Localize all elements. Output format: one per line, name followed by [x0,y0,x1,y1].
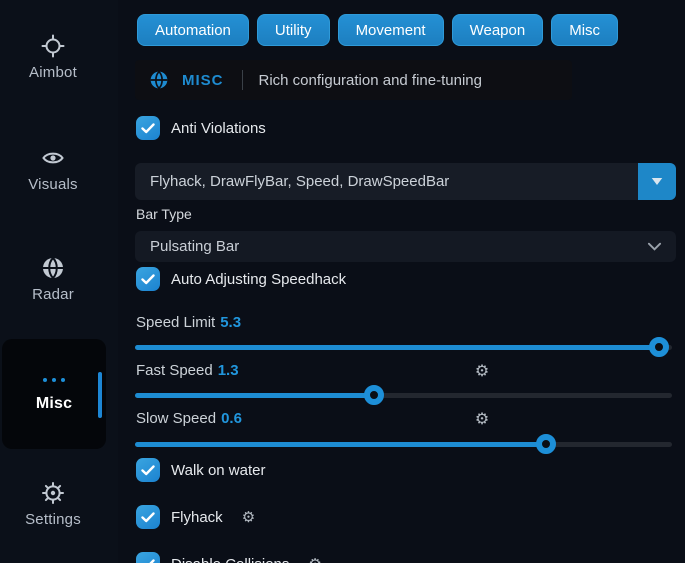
sidebar-item-aimbot[interactable]: Aimbot [0,34,106,82]
checkbox-checked-icon[interactable] [136,458,160,482]
gear-icon[interactable]: ⚙ [308,555,321,563]
checkbox-disable-collisions[interactable]: Disable Collisions ⚙ [136,552,322,563]
slider-slow-speed[interactable] [135,442,672,447]
gear-icon[interactable]: ⚙ [242,508,255,526]
globe-icon [149,70,169,90]
dots-icon [43,375,65,385]
sidebar-item-misc[interactable]: Misc [2,339,106,449]
checkbox-label: Anti Violations [171,120,266,137]
slider-value: 0.6 [221,410,242,427]
bar-type-label: Bar Type [136,206,192,222]
slider-fill [135,393,374,398]
gear-icon [41,481,65,505]
chevron-down-icon [647,238,662,255]
sidebar-item-settings[interactable]: Settings [0,481,106,529]
selected-indicator-bar [98,372,102,418]
crosshair-icon [41,34,65,58]
slider-value: 5.3 [220,314,241,331]
sidebar-item-label: Misc [36,395,72,413]
slider-thumb[interactable] [536,434,556,454]
triangle-down-icon [650,176,664,187]
slider-label-slow-speed: Slow Speed0.6 [136,410,242,427]
checkbox-label: Disable Collisions [171,556,289,563]
sidebar-item-label: Settings [25,511,81,528]
slider-label-speed-limit: Speed Limit5.3 [136,314,241,331]
checkbox-auto-adjusting-speedhack[interactable]: Auto Adjusting Speedhack [136,267,346,291]
slider-speed-limit[interactable] [135,345,672,350]
slider-fast-speed[interactable] [135,393,672,398]
tab-misc[interactable]: Misc [551,14,618,46]
slider-fill [135,345,659,350]
section-subtitle: Rich configuration and fine-tuning [259,72,482,89]
sidebar-item-radar[interactable]: Radar [0,256,106,304]
bar-multiselect-field[interactable]: Flyhack, DrawFlyBar, Speed, DrawSpeedBar [135,163,676,200]
section-title: MISC [182,72,224,89]
sidebar-item-label: Aimbot [29,64,77,81]
gear-icon[interactable]: ⚙ [473,362,491,380]
checkbox-label: Walk on water [171,462,265,479]
globe-icon [41,256,65,280]
sidebar: Aimbot Visuals Radar Misc [0,0,118,563]
slider-thumb[interactable] [649,337,669,357]
dropdown-open-button[interactable] [638,163,676,200]
sidebar-item-visuals[interactable]: Visuals [0,146,106,194]
tab-utility[interactable]: Utility [257,14,330,46]
checkbox-checked-icon[interactable] [136,267,160,291]
bar-type-select[interactable]: Pulsating Bar [135,231,676,262]
bar-multiselect-value: Flyhack, DrawFlyBar, Speed, DrawSpeedBar [150,173,449,190]
slider-thumb[interactable] [364,385,384,405]
checkbox-checked-icon[interactable] [136,116,160,140]
section-header: MISC Rich configuration and fine-tuning [135,60,572,100]
header-divider [242,70,243,90]
checkbox-anti-violations[interactable]: Anti Violations [136,116,266,140]
category-tabs: Automation Utility Movement Weapon Misc [137,14,618,46]
slider-value: 1.3 [218,362,239,379]
bar-type-value: Pulsating Bar [150,238,239,255]
checkbox-checked-icon[interactable] [136,552,160,563]
checkbox-label: Auto Adjusting Speedhack [171,271,346,288]
slider-fill [135,442,546,447]
gear-icon[interactable]: ⚙ [473,410,491,428]
tab-movement[interactable]: Movement [338,14,444,46]
main-panel: Automation Utility Movement Weapon Misc … [135,0,676,563]
checkbox-label: Flyhack [171,509,223,526]
checkbox-walk-on-water[interactable]: Walk on water [136,458,265,482]
sidebar-item-label: Radar [32,286,74,303]
tab-weapon[interactable]: Weapon [452,14,544,46]
checkbox-checked-icon[interactable] [136,505,160,529]
sidebar-item-label: Visuals [28,176,77,193]
eye-icon [41,146,65,170]
slider-label-fast-speed: Fast Speed1.3 [136,362,239,379]
tab-automation[interactable]: Automation [137,14,249,46]
checkbox-flyhack[interactable]: Flyhack ⚙ [136,505,255,529]
